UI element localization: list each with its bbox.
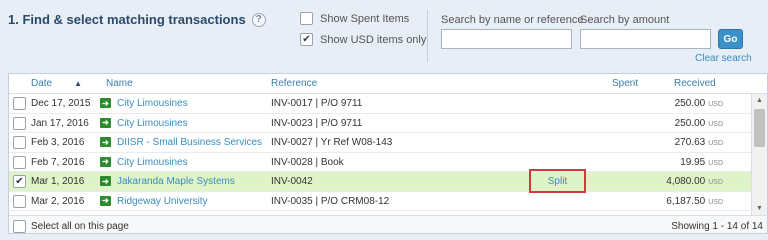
arrow-right-icon: ➜ [100, 156, 111, 167]
table-row[interactable]: Feb 3, 2016 ➜ DIISR - Small Business Ser… [9, 133, 751, 153]
transactions-panel: Date ▲ Name Reference Spent Received Dec … [8, 73, 768, 234]
column-header-date-label: Date [31, 78, 53, 89]
search-amount-input[interactable] [580, 29, 711, 49]
arrow-right-icon: ➜ [100, 176, 111, 186]
row-date: Jan 17, 2016 [31, 117, 89, 129]
scroll-up-icon[interactable]: ▲ [752, 94, 767, 107]
select-all-checkbox[interactable] [13, 220, 26, 233]
row-name-link[interactable]: DIISR - Small Business Services [117, 137, 262, 148]
row-date: Mar 1, 2016 [31, 176, 85, 187]
row-checkbox[interactable] [13, 116, 26, 130]
row-currency: USD [708, 101, 723, 108]
select-all-label: Select all on this page [31, 221, 129, 232]
row-received-amount: 270.63 [674, 137, 706, 148]
row-currency: USD [708, 159, 723, 167]
row-received-amount: 250.00 [674, 117, 706, 129]
row-name-link[interactable]: Ridgeway University [117, 196, 208, 207]
row-received: 6,187.50 USD [666, 196, 723, 207]
row-name-link[interactable]: Jakaranda Maple Systems [117, 176, 235, 187]
row-received: 270.63 USD [675, 137, 723, 148]
table-row[interactable]: Feb 7, 2016 ➜ City Limousines INV-0028 |… [9, 153, 751, 172]
row-received-amount: 250.00 [674, 98, 706, 109]
row-name-link[interactable]: City Limousines [117, 157, 188, 168]
table-row[interactable]: Jan 17, 2016 ➜ City Limousines INV-0023 … [9, 114, 751, 133]
arrow-right-icon: ➜ [100, 137, 111, 147]
column-header-spent[interactable]: Spent [612, 78, 638, 89]
row-currency: USD [708, 198, 723, 206]
row-checkbox[interactable] [13, 97, 26, 110]
row-checkbox[interactable] [13, 136, 26, 149]
row-received: 250.00 USD [675, 98, 723, 109]
table-row[interactable]: Mar 2, 2016 ➜ Ridgeway University INV-00… [9, 192, 751, 211]
row-currency: USD [708, 140, 723, 147]
clear-search-link[interactable]: Clear search [695, 53, 752, 64]
row-checkbox[interactable] [13, 194, 26, 208]
step-title: 1. Find & select matching transactions ? [8, 12, 266, 27]
row-checkbox[interactable] [13, 155, 26, 169]
row-reference: INV-0028 | Book [271, 156, 344, 168]
show-spent-option[interactable]: Show Spent Items [300, 12, 409, 25]
table-scrollbar[interactable]: ▲ ▼ [751, 94, 767, 215]
column-header-received[interactable]: Received [674, 78, 716, 89]
sort-asc-icon: ▲ [74, 79, 83, 88]
row-received: 250.00 USD [675, 118, 723, 129]
row-currency: USD [708, 120, 723, 128]
table-row-selected[interactable]: ✔ Mar 1, 2016 ➜ Jakaranda Maple Systems … [9, 172, 751, 192]
toolbar-divider [427, 10, 428, 62]
row-reference: INV-0017 | P/O 9711 [271, 98, 363, 109]
row-checkbox[interactable]: ✔ [13, 175, 26, 188]
show-usd-option[interactable]: ✔ Show USD items only [300, 33, 426, 46]
row-received: 19.95 USD [680, 157, 723, 168]
search-name-label: Search by name or reference [441, 14, 584, 26]
row-date: Mar 2, 2016 [31, 195, 85, 207]
show-spent-label: Show Spent Items [320, 12, 410, 25]
show-usd-label: Show USD items only [320, 33, 427, 46]
row-received-amount: 6,187.50 [666, 195, 706, 207]
arrow-right-icon: ➜ [100, 98, 111, 108]
help-icon[interactable]: ? [251, 12, 266, 27]
row-date: Dec 17, 2015 [31, 98, 91, 109]
row-currency: USD [708, 179, 723, 186]
row-date: Feb 7, 2016 [31, 156, 85, 168]
table-header: Date ▲ Name Reference Spent Received [9, 74, 767, 94]
row-reference: INV-0023 | P/O 9711 [271, 117, 363, 129]
row-received-amount: 19.95 [680, 156, 706, 168]
go-button[interactable]: Go [718, 29, 743, 49]
search-amount-label: Search by amount [580, 14, 670, 26]
column-header-date[interactable]: Date ▲ [31, 78, 82, 89]
row-reference: INV-0035 | P/O CRM08-12 [271, 195, 390, 207]
step-title-text: 1. Find & select matching transactions [8, 12, 246, 27]
row-date: Feb 3, 2016 [31, 137, 85, 148]
table-footer: Select all on this page Showing 1 - 14 o… [9, 215, 767, 233]
column-header-reference[interactable]: Reference [271, 78, 317, 89]
search-name-input[interactable] [441, 29, 572, 49]
split-link[interactable]: Split [529, 169, 586, 193]
show-spent-checkbox[interactable] [300, 12, 313, 25]
arrow-right-icon: ➜ [100, 117, 111, 128]
scroll-down-icon[interactable]: ▼ [752, 202, 767, 215]
row-reference: INV-0027 | Yr Ref W08-143 [271, 137, 393, 148]
arrow-right-icon: ➜ [100, 195, 111, 206]
column-header-name[interactable]: Name [106, 78, 133, 89]
table-row[interactable]: Dec 17, 2015 ➜ City Limousines INV-0017 … [9, 94, 751, 114]
row-name-link[interactable]: City Limousines [117, 98, 188, 109]
show-usd-checkbox[interactable]: ✔ [300, 33, 313, 46]
row-reference: INV-0042 [271, 176, 313, 187]
row-name-link[interactable]: City Limousines [117, 118, 188, 129]
scrollbar-thumb[interactable] [754, 109, 765, 147]
row-received-amount: 4,080.00 [666, 176, 706, 187]
row-received: 4,080.00 USD [666, 176, 723, 187]
pagination-status: Showing 1 - 14 of 14 [671, 221, 763, 232]
